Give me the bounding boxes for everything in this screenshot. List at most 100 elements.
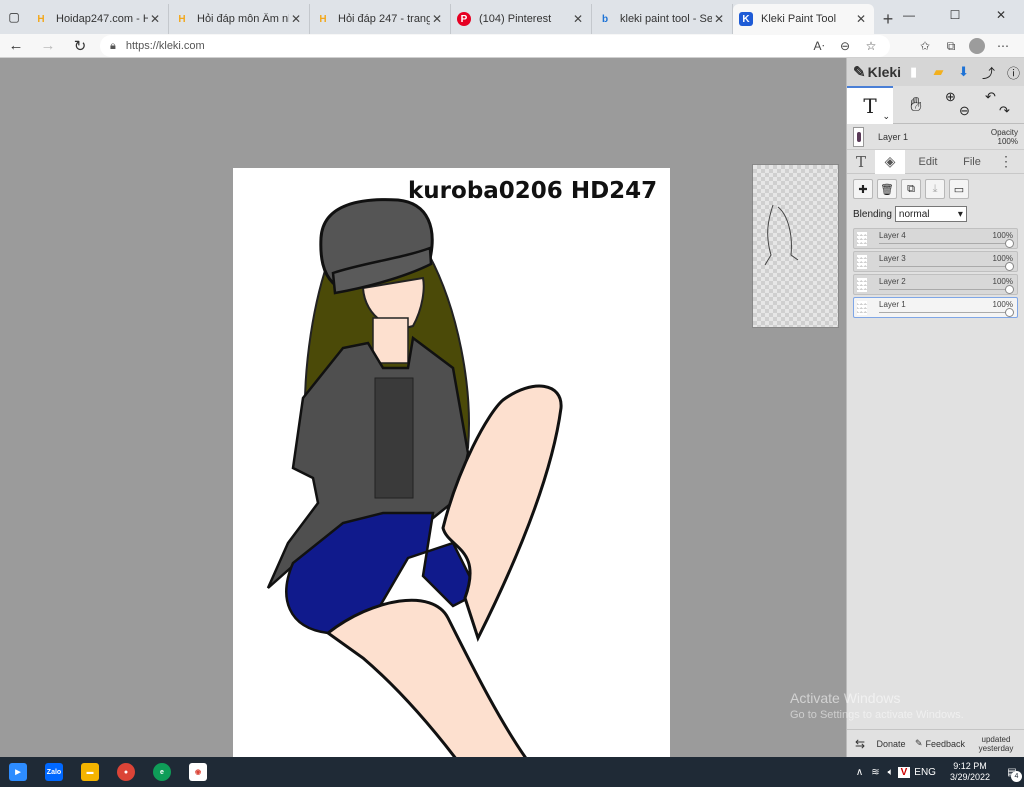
open-folder-icon[interactable]: ▰ xyxy=(926,60,951,84)
close-icon[interactable]: ✕ xyxy=(854,12,868,26)
tab-edit[interactable]: Edit xyxy=(905,150,951,174)
zoom-icon[interactable]: ⊖ xyxy=(832,34,858,58)
refresh-button[interactable]: ↻ xyxy=(64,34,96,58)
swap-side-icon[interactable]: ⇆ xyxy=(847,730,873,758)
tab-pinterest[interactable]: P (104) Pinterest ✕ xyxy=(451,4,592,34)
tab-title: Hỏi đáp 247 - trang tra xyxy=(338,13,430,25)
opacity-value: 100% xyxy=(997,136,1018,146)
redo-icon[interactable]: ↷ xyxy=(999,103,1010,119)
minimize-icon[interactable]: — xyxy=(886,0,932,30)
delete-layer-button[interactable]: 🗑︎ xyxy=(877,179,897,199)
hoidap-favicon-icon: H xyxy=(178,13,186,25)
language-indicator[interactable]: ENG xyxy=(910,767,940,778)
tab-file[interactable]: File xyxy=(951,150,993,174)
layer-item-selected[interactable]: Layer 1 100% xyxy=(853,297,1018,318)
chrome-icon: ● xyxy=(117,763,135,781)
merge-layer-button[interactable]: ⤓ xyxy=(925,179,945,199)
maximize-icon[interactable]: ☐ xyxy=(932,0,978,30)
current-layer-name: Layer 1 xyxy=(878,131,909,142)
updated-line-2: yesterday xyxy=(978,743,1014,753)
zalo-app[interactable]: Zalo xyxy=(36,757,72,787)
text-tool-button[interactable]: T ⌄ xyxy=(847,86,893,124)
canvas-workspace[interactable]: kuroba0206 HD247 xyxy=(0,58,846,757)
url-field[interactable]: 🔒︎ https://kleki.com xyxy=(100,35,890,57)
duplicate-layer-button[interactable]: ⧉ xyxy=(901,179,921,199)
share-icon[interactable]: ⤴ xyxy=(976,60,1001,84)
layer-item[interactable]: Layer 2 100% xyxy=(853,274,1018,295)
opacity-slider-handle[interactable] xyxy=(1005,262,1014,271)
more-options-icon[interactable]: ⋮ xyxy=(993,150,1019,174)
hand-tool-button[interactable]: ✋︎ xyxy=(893,86,939,124)
tab-bing-search[interactable]: b kleki paint tool - Search ✕ xyxy=(592,4,733,34)
changelog-link[interactable]: updated yesterday xyxy=(971,730,1021,758)
close-icon[interactable]: ✕ xyxy=(571,12,585,26)
zoom-app[interactable]: ▶ xyxy=(0,757,36,787)
text-tool-icon: T xyxy=(863,94,877,118)
favorites-icon[interactable]: ✩ xyxy=(912,34,938,58)
notifications-button[interactable]: ▤ 4 xyxy=(1000,757,1024,787)
clock-date: 3/29/2022 xyxy=(949,772,990,782)
photos-app[interactable]: ◉ xyxy=(180,757,216,787)
logo-text: Kleki xyxy=(867,64,902,80)
tab-hoidap247[interactable]: H Hoidap247.com - Hỏi đ ✕ xyxy=(28,4,169,34)
forward-button[interactable]: → xyxy=(32,34,64,58)
opacity-slider-handle[interactable] xyxy=(1005,239,1014,248)
chrome-app[interactable]: ● xyxy=(108,757,144,787)
close-window-icon[interactable]: ✕ xyxy=(978,0,1024,30)
volume-icon[interactable]: 🔈︎ xyxy=(884,767,898,778)
opacity-slider-handle[interactable] xyxy=(1005,285,1014,294)
profile-avatar[interactable] xyxy=(969,38,985,54)
layer-thumbnail xyxy=(857,232,867,246)
url-text: https://kleki.com xyxy=(125,40,205,52)
help-icon[interactable]: ⓘ xyxy=(1001,60,1024,84)
url-actions: Aᐧ ⊖ ☆ xyxy=(806,34,884,58)
layer-item[interactable]: Layer 3 100% xyxy=(853,251,1018,272)
blending-select[interactable]: normal ▾ xyxy=(894,206,967,222)
zoom-in-icon[interactable]: ⊕ xyxy=(945,89,956,105)
tab-hoidap-trang[interactable]: H Hỏi đáp 247 - trang tra ✕ xyxy=(310,4,451,34)
undo-icon[interactable]: ↶ xyxy=(985,89,996,105)
layer-item[interactable]: Layer 4 100% xyxy=(853,228,1018,249)
add-layer-button[interactable]: ✚ xyxy=(853,179,873,199)
save-download-icon[interactable]: ⬇ xyxy=(951,60,976,84)
new-image-icon[interactable]: ▮ xyxy=(901,60,926,84)
add-favorite-icon[interactable]: ☆ xyxy=(858,34,884,58)
tab-tool-settings[interactable]: T xyxy=(847,150,875,174)
read-aloud-icon[interactable]: Aᐧ xyxy=(806,34,832,58)
windows-taskbar: ▶ Zalo ▬ ● e ◉ ∧ ≋ 🔈︎ V ENG 9:12 PM 3/29… xyxy=(0,757,1024,787)
vietkey-icon[interactable]: V xyxy=(897,766,911,778)
layer-name: Layer 3 xyxy=(879,254,906,263)
tab-kleki[interactable]: K Kleki Paint Tool ✕ xyxy=(733,4,874,34)
feedback-button[interactable]: ✎ Feedback xyxy=(909,730,971,758)
opacity-slider-track[interactable] xyxy=(879,312,1009,313)
tab-actions-icon[interactable]: ▢ xyxy=(0,0,28,34)
chevron-up-icon[interactable]: ∧ xyxy=(852,767,867,778)
folder-icon: ▬ xyxy=(81,763,99,781)
rename-layer-button[interactable]: ▭ xyxy=(949,179,969,199)
kleki-logo[interactable]: ✎ Kleki xyxy=(853,63,901,81)
edge-app[interactable]: e xyxy=(144,757,180,787)
opacity-slider-track[interactable] xyxy=(879,243,1009,244)
tab-title: Kleki Paint Tool xyxy=(761,13,837,25)
zoom-out-icon[interactable]: ⊖ xyxy=(959,103,970,119)
opacity-slider-handle[interactable] xyxy=(1005,308,1014,317)
close-icon[interactable]: ✕ xyxy=(430,12,444,26)
drawing-canvas[interactable]: kuroba0206 HD247 xyxy=(233,168,670,757)
more-icon[interactable]: ⋯ xyxy=(990,34,1016,58)
clock[interactable]: 9:12 PM 3/29/2022 xyxy=(940,761,1000,783)
opacity-slider-track[interactable] xyxy=(879,266,1009,267)
tab-title: (104) Pinterest xyxy=(479,13,552,25)
donate-button[interactable]: Donate xyxy=(873,730,909,758)
file-explorer-app[interactable]: ▬ xyxy=(72,757,108,787)
close-icon[interactable]: ✕ xyxy=(289,12,303,26)
opacity-slider-track[interactable] xyxy=(879,289,1009,290)
wifi-icon[interactable]: ≋ xyxy=(867,767,883,778)
close-icon[interactable]: ✕ xyxy=(712,12,726,26)
tab-am-nhac[interactable]: H Hỏi đáp môn Âm nhạc ✕ xyxy=(169,4,310,34)
bing-favicon-icon: b xyxy=(601,13,609,25)
back-button[interactable]: ← xyxy=(0,34,32,58)
tab-layers[interactable]: ◈ xyxy=(875,149,905,174)
close-icon[interactable]: ✕ xyxy=(148,12,162,26)
chevron-down-icon[interactable]: ⌄ xyxy=(882,111,890,122)
collections-icon[interactable]: ⧉ xyxy=(938,34,964,58)
